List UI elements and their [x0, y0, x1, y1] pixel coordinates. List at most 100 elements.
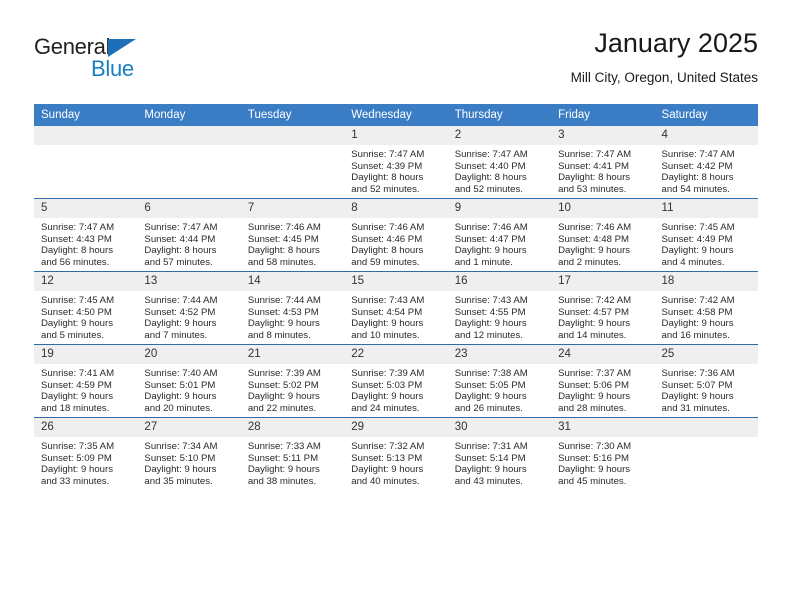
- calendar-day-cell[interactable]: 26 Sunrise: 7:35 AM Sunset: 5:09 PM Dayligh…: [34, 417, 138, 490]
- daylight-text: Daylight: 8 hours and 59 minutes.: [351, 245, 424, 268]
- sunset-text: Sunset: 5:10 PM: [144, 452, 216, 464]
- calendar-day-cell[interactable]: 12 Sunrise: 7:45 AM Sunset: 4:50 PM Dayligh…: [34, 271, 138, 345]
- daylight-text: Daylight: 9 hours and 24 minutes.: [351, 391, 424, 414]
- day-number: 15: [344, 272, 448, 291]
- sunset-text: Sunset: 5:01 PM: [144, 379, 216, 391]
- sunset-text: Sunset: 4:46 PM: [351, 233, 423, 245]
- day-number: 11: [654, 199, 758, 218]
- calendar-day-cell[interactable]: 5 Sunrise: 7:47 AM Sunset: 4:43 PM Daylight…: [34, 198, 138, 272]
- sun-info: Sunrise: 7:32 AM Sunset: 5:13 PM Daylight:…: [344, 437, 447, 487]
- daylight-text: Daylight: 9 hours and 14 minutes.: [558, 318, 631, 341]
- calendar-day-cell[interactable]: 15 Sunrise: 7:43 AM Sunset: 4:54 PM Dayligh…: [344, 271, 448, 345]
- weekday-header-tuesday: Tuesday: [240, 104, 345, 126]
- calendar-day-cell[interactable]: 28 Sunrise: 7:33 AM Sunset: 5:11 PM Dayligh…: [240, 417, 345, 490]
- day-number: [34, 126, 138, 145]
- calendar-day-cell[interactable]: 23 Sunrise: 7:38 AM Sunset: 5:05 PM Dayligh…: [447, 344, 552, 418]
- sunrise-text: Sunrise: 7:36 AM: [661, 368, 735, 379]
- calendar-day-cell[interactable]: 21 Sunrise: 7:39 AM Sunset: 5:02 PM Dayligh…: [240, 344, 345, 418]
- sun-info: Sunrise: 7:47 AM Sunset: 4:39 PM Daylight:…: [344, 145, 447, 195]
- sun-info: Sunrise: 7:46 AM Sunset: 4:48 PM Daylight:…: [551, 218, 654, 268]
- sunrise-text: Sunrise: 7:46 AM: [351, 222, 425, 233]
- day-number: 23: [447, 345, 552, 364]
- calendar-day-cell[interactable]: 14 Sunrise: 7:44 AM Sunset: 4:53 PM Dayligh…: [240, 271, 345, 345]
- daylight-text: Daylight: 9 hours and 8 minutes.: [247, 318, 320, 341]
- daylight-text: Daylight: 9 hours and 40 minutes.: [351, 464, 424, 487]
- sun-info: Sunrise: 7:37 AM Sunset: 5:06 PM Daylight:…: [551, 364, 654, 414]
- sun-info: Sunrise: 7:43 AM Sunset: 4:54 PM Daylight:…: [344, 291, 447, 341]
- sun-info: Sunrise: 7:39 AM Sunset: 5:02 PM Daylight:…: [241, 364, 344, 414]
- daylight-text: Daylight: 9 hours and 43 minutes.: [454, 464, 527, 487]
- calendar-day-cell[interactable]: 3 Sunrise: 7:47 AM Sunset: 4:41 PM Daylight…: [551, 126, 655, 199]
- calendar-day-cell-empty: [34, 126, 138, 199]
- sun-info: Sunrise: 7:31 AM Sunset: 5:14 PM Daylight:…: [448, 437, 551, 487]
- calendar-day-cell[interactable]: 20 Sunrise: 7:40 AM Sunset: 5:01 PM Dayligh…: [137, 344, 241, 418]
- sunrise-text: Sunrise: 7:46 AM: [454, 222, 528, 233]
- weekday-header-row: Sunday Monday Tuesday Wednesday Thursday…: [34, 104, 758, 126]
- sunrise-text: Sunrise: 7:47 AM: [661, 149, 735, 160]
- day-number: 22: [344, 345, 448, 364]
- sun-info: Sunrise: 7:47 AM Sunset: 4:41 PM Daylight:…: [551, 145, 654, 195]
- sunrise-text: Sunrise: 7:41 AM: [41, 368, 115, 379]
- weekday-header-friday: Friday: [551, 104, 655, 126]
- calendar-day-cell[interactable]: 30 Sunrise: 7:31 AM Sunset: 5:14 PM Dayligh…: [447, 417, 552, 490]
- day-number: 4: [654, 126, 758, 145]
- calendar-day-cell[interactable]: 4 Sunrise: 7:47 AM Sunset: 4:42 PM Daylight…: [654, 126, 758, 199]
- calendar-day-cell[interactable]: 13 Sunrise: 7:44 AM Sunset: 4:52 PM Dayligh…: [137, 271, 241, 345]
- weekday-header-monday: Monday: [137, 104, 241, 126]
- weekday-header-wednesday: Wednesday: [344, 104, 448, 126]
- calendar-day-cell[interactable]: 19 Sunrise: 7:41 AM Sunset: 4:59 PM Dayligh…: [34, 344, 138, 418]
- calendar-day-cell[interactable]: 8 Sunrise: 7:46 AM Sunset: 4:46 PM Daylight…: [344, 198, 448, 272]
- daylight-text: Daylight: 8 hours and 52 minutes.: [454, 172, 527, 195]
- calendar-day-cell[interactable]: 22 Sunrise: 7:39 AM Sunset: 5:03 PM Dayligh…: [344, 344, 448, 418]
- sun-info: Sunrise: 7:44 AM Sunset: 4:53 PM Daylight:…: [241, 291, 344, 341]
- day-number: 21: [240, 345, 345, 364]
- calendar-day-cell[interactable]: 1 Sunrise: 7:47 AM Sunset: 4:39 PM Daylight…: [344, 126, 448, 199]
- calendar-week-row: 1 Sunrise: 7:47 AM Sunset: 4:39 PM Daylight…: [34, 126, 758, 199]
- day-number: 9: [447, 199, 552, 218]
- calendar-day-cell[interactable]: 7 Sunrise: 7:46 AM Sunset: 4:45 PM Daylight…: [240, 198, 345, 272]
- calendar-day-cell[interactable]: 6 Sunrise: 7:47 AM Sunset: 4:44 PM Daylight…: [137, 198, 241, 272]
- calendar-day-cell[interactable]: 27 Sunrise: 7:34 AM Sunset: 5:10 PM Dayligh…: [137, 417, 241, 490]
- day-number: [654, 418, 758, 437]
- sunrise-text: Sunrise: 7:47 AM: [454, 149, 528, 160]
- calendar-day-cell[interactable]: 24 Sunrise: 7:37 AM Sunset: 5:06 PM Dayligh…: [551, 344, 655, 418]
- day-number: 26: [34, 418, 138, 437]
- title-block: January 2025 Mill City, Oregon, United S…: [571, 26, 758, 88]
- calendar-day-cell[interactable]: 10 Sunrise: 7:46 AM Sunset: 4:48 PM Dayligh…: [551, 198, 655, 272]
- sun-info: Sunrise: 7:40 AM Sunset: 5:01 PM Daylight:…: [137, 364, 240, 414]
- page-header: General Blue January 2025 Mill City, Ore…: [34, 26, 758, 98]
- calendar-day-cell[interactable]: 31 Sunrise: 7:30 AM Sunset: 5:16 PM Dayligh…: [551, 417, 655, 490]
- sun-info: Sunrise: 7:47 AM Sunset: 4:40 PM Daylight:…: [448, 145, 551, 195]
- sunrise-text: Sunrise: 7:44 AM: [144, 295, 218, 306]
- sunset-text: Sunset: 4:40 PM: [454, 160, 526, 172]
- day-number: 6: [137, 199, 241, 218]
- sunrise-text: Sunrise: 7:40 AM: [144, 368, 218, 379]
- sun-info: Sunrise: 7:47 AM Sunset: 4:43 PM Daylight:…: [34, 218, 137, 268]
- sunset-text: Sunset: 5:16 PM: [558, 452, 630, 464]
- calendar-day-cell[interactable]: 2 Sunrise: 7:47 AM Sunset: 4:40 PM Daylight…: [447, 126, 552, 199]
- calendar-day-cell[interactable]: 11 Sunrise: 7:45 AM Sunset: 4:49 PM Dayligh…: [654, 198, 758, 272]
- calendar-day-cell[interactable]: 16 Sunrise: 7:43 AM Sunset: 4:55 PM Dayligh…: [447, 271, 552, 345]
- day-number: 24: [551, 345, 655, 364]
- sun-info: Sunrise: 7:43 AM Sunset: 4:55 PM Daylight:…: [448, 291, 551, 341]
- daylight-text: Daylight: 8 hours and 56 minutes.: [41, 245, 113, 268]
- day-number: 20: [137, 345, 241, 364]
- day-number: 5: [34, 199, 138, 218]
- sunset-text: Sunset: 4:49 PM: [661, 233, 733, 245]
- day-number: 7: [240, 199, 345, 218]
- sun-info: Sunrise: 7:33 AM Sunset: 5:11 PM Daylight:…: [241, 437, 344, 487]
- calendar-day-cell[interactable]: 18 Sunrise: 7:42 AM Sunset: 4:58 PM Dayligh…: [654, 271, 758, 345]
- logo-text-blue: Blue: [91, 56, 134, 81]
- sun-info: Sunrise: 7:36 AM Sunset: 5:07 PM Daylight:…: [655, 364, 758, 414]
- sunrise-text: Sunrise: 7:39 AM: [247, 368, 321, 379]
- calendar-day-cell[interactable]: 17 Sunrise: 7:42 AM Sunset: 4:57 PM Dayligh…: [551, 271, 655, 345]
- calendar-day-cell[interactable]: 25 Sunrise: 7:36 AM Sunset: 5:07 PM Dayligh…: [654, 344, 758, 418]
- sun-info: Sunrise: 7:38 AM Sunset: 5:05 PM Daylight:…: [448, 364, 551, 414]
- calendar-table: Sunday Monday Tuesday Wednesday Thursday…: [34, 104, 758, 490]
- calendar-day-cell[interactable]: 29 Sunrise: 7:32 AM Sunset: 5:13 PM Dayligh…: [344, 417, 448, 490]
- sunset-text: Sunset: 5:09 PM: [41, 452, 112, 464]
- sunset-text: Sunset: 4:43 PM: [41, 233, 112, 245]
- calendar-day-cell[interactable]: 9 Sunrise: 7:46 AM Sunset: 4:47 PM Daylight…: [447, 198, 552, 272]
- sun-info: Sunrise: 7:41 AM Sunset: 4:59 PM Daylight:…: [34, 364, 137, 414]
- daylight-text: Daylight: 8 hours and 58 minutes.: [247, 245, 320, 268]
